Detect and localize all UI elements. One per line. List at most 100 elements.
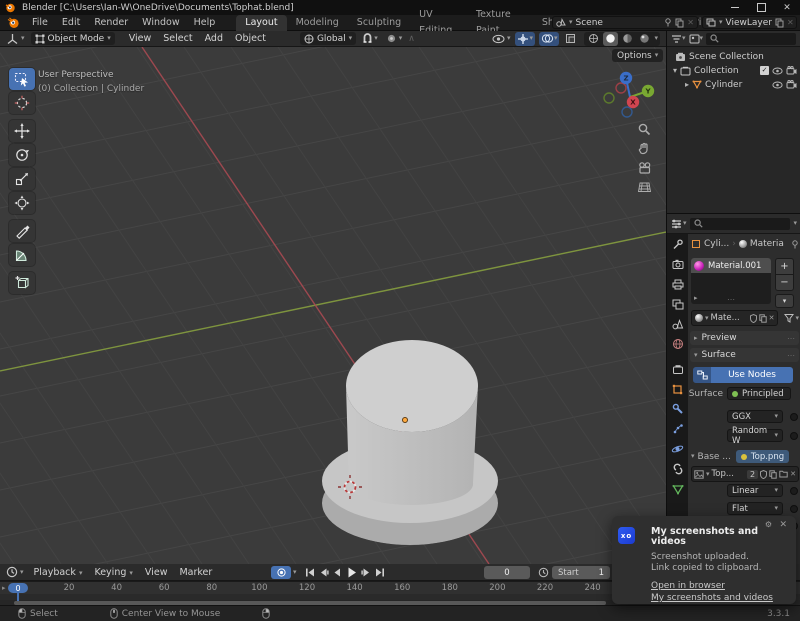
hide-eye-icon[interactable] bbox=[772, 81, 783, 89]
shading-wireframe-button[interactable] bbox=[586, 32, 601, 46]
outliner-label[interactable]: Scene Collection bbox=[689, 52, 764, 62]
copy-icon[interactable] bbox=[769, 470, 777, 479]
auto-keying-toggle[interactable] bbox=[271, 566, 291, 579]
panel-preview[interactable]: ▸ Preview ⋯ bbox=[690, 331, 799, 345]
zoom-icon[interactable] bbox=[636, 121, 653, 138]
playback-menu[interactable]: Playback ▾ bbox=[28, 567, 89, 578]
ortho-grid-icon[interactable] bbox=[636, 178, 653, 195]
outliner-label[interactable]: Cylinder bbox=[705, 80, 742, 90]
menu-item[interactable]: Edit bbox=[55, 15, 87, 31]
tool-scale[interactable] bbox=[9, 168, 35, 190]
disable-render-camera-icon[interactable] bbox=[786, 80, 797, 89]
tab-physics[interactable] bbox=[667, 441, 688, 457]
prev-frame-button[interactable] bbox=[331, 566, 344, 579]
start-frame-field[interactable]: Start 1 bbox=[552, 566, 610, 579]
tab-object-data[interactable] bbox=[667, 481, 688, 497]
tool-add-cube[interactable] bbox=[9, 272, 35, 294]
browse-material-icon[interactable] bbox=[695, 314, 703, 322]
camera-view-icon[interactable] bbox=[636, 159, 653, 176]
properties-search-input[interactable] bbox=[690, 218, 791, 230]
current-frame-field[interactable]: 0 bbox=[484, 566, 530, 579]
options-dropdown[interactable]: Options ▾ bbox=[612, 49, 663, 62]
3d-viewport[interactable]: ▾ Object Mode ▾ ViewSelectAddObject Glob… bbox=[0, 31, 666, 564]
viewport-menu-item[interactable]: Add bbox=[199, 33, 229, 44]
decorator-dot[interactable] bbox=[790, 432, 798, 440]
viewport-canvas[interactable] bbox=[0, 47, 666, 564]
tab-output[interactable] bbox=[667, 276, 688, 292]
copy-icon[interactable] bbox=[675, 18, 684, 28]
menu-item[interactable]: File bbox=[25, 15, 55, 31]
proportional-edit-toggle[interactable]: ▾ ∧ bbox=[386, 33, 415, 44]
tab-constraints[interactable] bbox=[667, 461, 688, 477]
subsurface-method-dropdown[interactable]: Random W▾ bbox=[727, 429, 798, 442]
tool-select-box[interactable] bbox=[9, 68, 35, 90]
xray-toggle[interactable] bbox=[563, 32, 578, 46]
gizmos-toggle[interactable]: ▾ bbox=[515, 32, 535, 46]
disclosure-open-icon[interactable]: ▾ bbox=[691, 453, 695, 460]
fake-user-shield-icon[interactable] bbox=[760, 470, 767, 479]
gizmo-neg-y[interactable] bbox=[604, 93, 614, 103]
tab-tool[interactable] bbox=[667, 236, 688, 252]
copy-icon[interactable] bbox=[775, 18, 784, 28]
tool-transform[interactable] bbox=[9, 192, 35, 214]
unlink-icon[interactable]: ✕ bbox=[790, 470, 796, 478]
material-slot-selected[interactable]: Material.001 bbox=[691, 258, 771, 273]
fake-user-shield-icon[interactable] bbox=[750, 314, 757, 323]
viewport-menu-item[interactable]: Object bbox=[229, 33, 272, 44]
blender-menu-logo-icon[interactable] bbox=[7, 17, 21, 29]
next-keyframe-button[interactable] bbox=[359, 566, 372, 579]
tool-annotate[interactable] bbox=[9, 220, 35, 242]
image-datablock-field[interactable]: ▾ Top... 2 ✕ bbox=[691, 466, 799, 482]
tab-particles[interactable] bbox=[667, 421, 688, 437]
viewlayer-name[interactable]: ViewLayer bbox=[726, 18, 772, 28]
view-menu[interactable]: View bbox=[139, 567, 174, 578]
caret-down-icon[interactable]: ▾ bbox=[293, 569, 297, 576]
tab-collection-props[interactable] bbox=[667, 361, 688, 377]
material-name-input[interactable]: Mate... bbox=[711, 313, 748, 323]
scene-selector[interactable]: ▾ Scene ✕ bbox=[552, 16, 698, 29]
pin-icon[interactable] bbox=[791, 240, 799, 249]
filter-icon[interactable]: ▾ bbox=[671, 34, 686, 44]
open-in-browser-link[interactable]: Open in browser bbox=[651, 581, 725, 591]
interpolation-dropdown[interactable]: Linear▾ bbox=[727, 484, 798, 497]
my-screenshots-link[interactable]: My screenshots and videos bbox=[651, 593, 773, 603]
material-datablock-field[interactable]: ▾ Mate... ✕ bbox=[691, 310, 778, 326]
keying-menu[interactable]: Keying ▾ bbox=[88, 567, 138, 578]
open-folder-icon[interactable] bbox=[779, 470, 788, 478]
display-mode-icon[interactable]: ▾ bbox=[689, 34, 704, 44]
image-users-count[interactable]: 2 bbox=[747, 470, 758, 479]
unlink-icon[interactable]: ✕ bbox=[769, 314, 775, 322]
panel-surface[interactable]: ▾ Surface ⋯ bbox=[690, 348, 799, 362]
pin-icon[interactable] bbox=[664, 18, 672, 27]
viewport-menu-item[interactable]: View bbox=[123, 33, 158, 44]
outliner-row-cylinder[interactable]: ▸ Cylinder bbox=[685, 78, 797, 91]
image-icon[interactable] bbox=[694, 470, 704, 479]
decorator-dot[interactable] bbox=[790, 487, 798, 495]
workspace-tab[interactable]: Layout bbox=[236, 15, 286, 31]
tab-render[interactable] bbox=[667, 256, 688, 272]
slot-remove-button[interactable]: − bbox=[775, 274, 794, 291]
tab-modifiers[interactable] bbox=[667, 401, 688, 417]
scene-name[interactable]: Scene bbox=[576, 18, 662, 28]
new-material-copy-icon[interactable] bbox=[759, 314, 767, 323]
workspace-tab[interactable]: Modeling bbox=[287, 15, 348, 31]
play-button[interactable] bbox=[345, 566, 358, 579]
gizmo-neg-x[interactable] bbox=[616, 83, 626, 93]
outliner-search-input[interactable] bbox=[706, 33, 796, 45]
outliner-row-collection[interactable]: ▾ Collection ✓ bbox=[673, 64, 797, 77]
viewport-menu-item[interactable]: Select bbox=[157, 33, 198, 44]
viewlayer-selector[interactable]: ▾ ViewLayer ✕ bbox=[702, 16, 797, 29]
marker-menu[interactable]: Marker bbox=[173, 567, 218, 578]
tool-measure[interactable] bbox=[9, 244, 35, 266]
workspace-tab[interactable]: Sculpting bbox=[348, 15, 410, 31]
caret-down-icon[interactable]: ▾ bbox=[793, 220, 797, 227]
surface-shader-button[interactable]: Principled bbox=[727, 387, 791, 400]
object-visibility-dropdown[interactable]: ▾ bbox=[492, 34, 511, 44]
hide-eye-icon[interactable] bbox=[772, 67, 783, 75]
jump-to-start-button[interactable] bbox=[303, 566, 316, 579]
disclosure-closed-icon[interactable]: ▸ bbox=[685, 81, 689, 89]
menu-item[interactable]: Window bbox=[135, 15, 186, 31]
slot-add-button[interactable]: + bbox=[775, 258, 794, 275]
tool-rotate[interactable] bbox=[9, 144, 35, 166]
menu-item[interactable]: Render bbox=[87, 15, 135, 31]
